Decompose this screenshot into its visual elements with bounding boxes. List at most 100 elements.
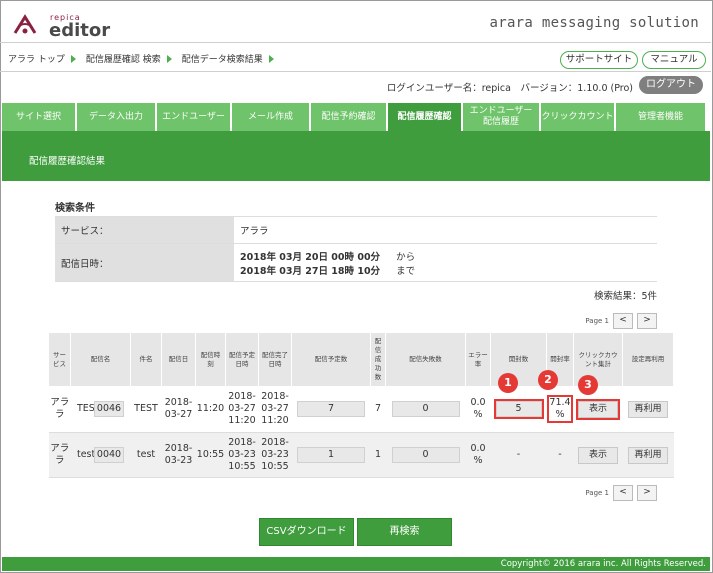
title-band bbox=[2, 131, 710, 181]
cell-failed: 0 bbox=[385, 432, 466, 478]
csv-download-button[interactable]: CSVダウンロード bbox=[259, 518, 354, 546]
callout-badge: 2 bbox=[538, 370, 558, 390]
divider bbox=[0, 42, 711, 43]
cell-name: TEST 0046 bbox=[70, 386, 131, 433]
planned-count: 1 bbox=[297, 447, 365, 463]
delivery-name: test bbox=[76, 449, 96, 460]
tab-end-user[interactable]: エンドユーザー bbox=[157, 103, 230, 131]
cell-completed: 2018-03-27 11:20 bbox=[258, 386, 292, 433]
tab-admin[interactable]: 管理者機能 bbox=[616, 103, 705, 131]
cell-time: 10:55 bbox=[195, 432, 226, 478]
planned-count: 7 bbox=[297, 401, 365, 417]
copyright-text: Copyright© 2016 arara inc. All Rights Re… bbox=[500, 559, 706, 569]
col-header: 件名 bbox=[130, 333, 162, 386]
delivery-id[interactable]: 0040 bbox=[94, 447, 125, 463]
cell-subject: test bbox=[130, 432, 162, 478]
repica-editor-logo[interactable]: repica editor bbox=[12, 9, 122, 41]
cell-success: 7 bbox=[370, 386, 386, 433]
tab-click-count[interactable]: クリックカウント bbox=[541, 103, 614, 131]
to-word: まで bbox=[396, 265, 416, 277]
col-header: 配信成功数 bbox=[370, 333, 386, 386]
page-indicator: Page 1 bbox=[585, 489, 609, 497]
tab-delivery-reservation[interactable]: 配信予約確認 bbox=[311, 103, 386, 131]
prev-page-button[interactable]: < bbox=[613, 485, 633, 501]
col-header: エラー率 bbox=[465, 333, 491, 386]
pager-bottom: Page 1 < > bbox=[585, 485, 657, 501]
cell-service: アララ bbox=[49, 386, 71, 433]
cell-completed: 2018-03-23 10:55 bbox=[258, 432, 292, 478]
tab-data-io[interactable]: データ入出力 bbox=[77, 103, 155, 131]
logo-icon bbox=[13, 14, 37, 34]
manual-button[interactable]: マニュアル bbox=[642, 51, 706, 69]
cell-error-rate: 0.0 % bbox=[465, 432, 491, 478]
cell-success: 1 bbox=[370, 432, 386, 478]
col-header: サービス bbox=[49, 333, 71, 386]
chevron-right-icon bbox=[70, 54, 76, 63]
table-row: アララ test 0040 test 2018-03-23 10:55 2018… bbox=[49, 432, 674, 478]
login-user-info: ログインユーザー名：repica バージョン：1.10.0 (Pro) bbox=[386, 83, 633, 94]
footer: Copyright© 2016 arara inc. All Rights Re… bbox=[2, 557, 710, 571]
tab-end-user-history[interactable]: エンドユーザー 配信履歴 bbox=[463, 103, 539, 131]
next-page-button[interactable]: > bbox=[637, 313, 657, 329]
delivery-name: TEST bbox=[76, 403, 101, 414]
col-header: 配信時刻 bbox=[195, 333, 226, 386]
cell-failed: 0 bbox=[385, 386, 466, 433]
date-to: 2018年 03月 27日 18時 10分 bbox=[240, 265, 381, 277]
breadcrumb-item: 配信データ検索結果 bbox=[181, 55, 263, 65]
tab-mail-create[interactable]: メール作成 bbox=[232, 103, 309, 131]
divider bbox=[0, 71, 711, 72]
callout-badge: 1 bbox=[498, 373, 518, 393]
cell-reuse: 再利用 bbox=[622, 386, 674, 433]
research-button[interactable]: 再検索 bbox=[357, 518, 452, 546]
breadcrumb-item[interactable]: アララ トップ bbox=[8, 52, 65, 65]
cell-reuse: 再利用 bbox=[622, 432, 674, 478]
main-tabs: サイト選択 データ入出力 エンドユーザー メール作成 配信予約確認 配信履歴確認… bbox=[2, 103, 710, 133]
open-rate: 71.4 % bbox=[547, 395, 573, 423]
service-label: サービス： bbox=[55, 216, 234, 244]
search-conditions-table: サービス： アララ 配信日時： 2018年 03月 20日 00時 00分 から … bbox=[55, 216, 657, 282]
logout-button[interactable]: ログアウト bbox=[639, 76, 703, 94]
date-from: 2018年 03月 20日 00時 00分 bbox=[240, 251, 381, 263]
breadcrumb: アララ トップ 配信履歴確認 検索 配信データ検索結果 bbox=[8, 52, 284, 65]
cell-service: アララ bbox=[49, 432, 71, 478]
cell-subject: TEST bbox=[130, 386, 162, 433]
cell-open-rate: - bbox=[546, 432, 574, 478]
click-count-show-button[interactable]: 表示 bbox=[576, 398, 620, 420]
cell-error-rate: 0.0 % bbox=[465, 386, 491, 433]
chevron-right-icon bbox=[268, 54, 274, 63]
col-header: 配信日 bbox=[161, 333, 196, 386]
col-header: 配信名 bbox=[70, 333, 131, 386]
col-header: 配信予定日時 bbox=[225, 333, 259, 386]
date-range: 2018年 03月 20日 00時 00分 から 2018年 03月 27日 18… bbox=[234, 243, 657, 282]
logo-main-text: editor bbox=[49, 20, 111, 41]
cell-opens: - bbox=[490, 432, 547, 478]
cell-planned: 7 bbox=[291, 386, 371, 433]
col-header: 配信失敗数 bbox=[385, 333, 466, 386]
click-count-show-button[interactable]: 表示 bbox=[578, 446, 618, 464]
page-indicator: Page 1 bbox=[585, 317, 609, 325]
cell-scheduled: 2018-03-27 11:20 bbox=[225, 386, 259, 433]
table-row: アララ TEST 0046 TEST 2018-03-27 11:20 2018… bbox=[49, 386, 674, 433]
cell-click-count: 表示 bbox=[573, 386, 623, 433]
tab-delivery-history[interactable]: 配信履歴確認 bbox=[388, 103, 461, 131]
prev-page-button[interactable]: < bbox=[613, 313, 633, 329]
failed-count: 0 bbox=[391, 401, 460, 417]
result-count: 検索結果：5件 bbox=[593, 291, 657, 302]
reuse-button[interactable]: 再利用 bbox=[628, 446, 668, 464]
date-label: 配信日時： bbox=[55, 243, 234, 282]
cell-click-count: 表示 bbox=[573, 432, 623, 478]
cell-opens: 5 bbox=[490, 386, 547, 433]
support-site-button[interactable]: サポートサイト bbox=[560, 51, 638, 69]
tab-site-select[interactable]: サイト選択 bbox=[2, 103, 75, 131]
from-word: から bbox=[396, 251, 416, 263]
breadcrumb-item[interactable]: 配信履歴確認 検索 bbox=[86, 52, 161, 65]
cell-scheduled: 2018-03-23 10:55 bbox=[225, 432, 259, 478]
cell-open-rate: 71.4 % bbox=[546, 386, 574, 433]
delivery-id[interactable]: 0046 bbox=[94, 401, 125, 417]
open-count: 5 bbox=[493, 399, 544, 419]
col-header: 配信完了日時 bbox=[258, 333, 292, 386]
reuse-button[interactable]: 再利用 bbox=[628, 400, 668, 418]
next-page-button[interactable]: > bbox=[637, 485, 657, 501]
col-header: 設定再利用 bbox=[622, 333, 674, 386]
cell-name: test 0040 bbox=[70, 432, 131, 478]
